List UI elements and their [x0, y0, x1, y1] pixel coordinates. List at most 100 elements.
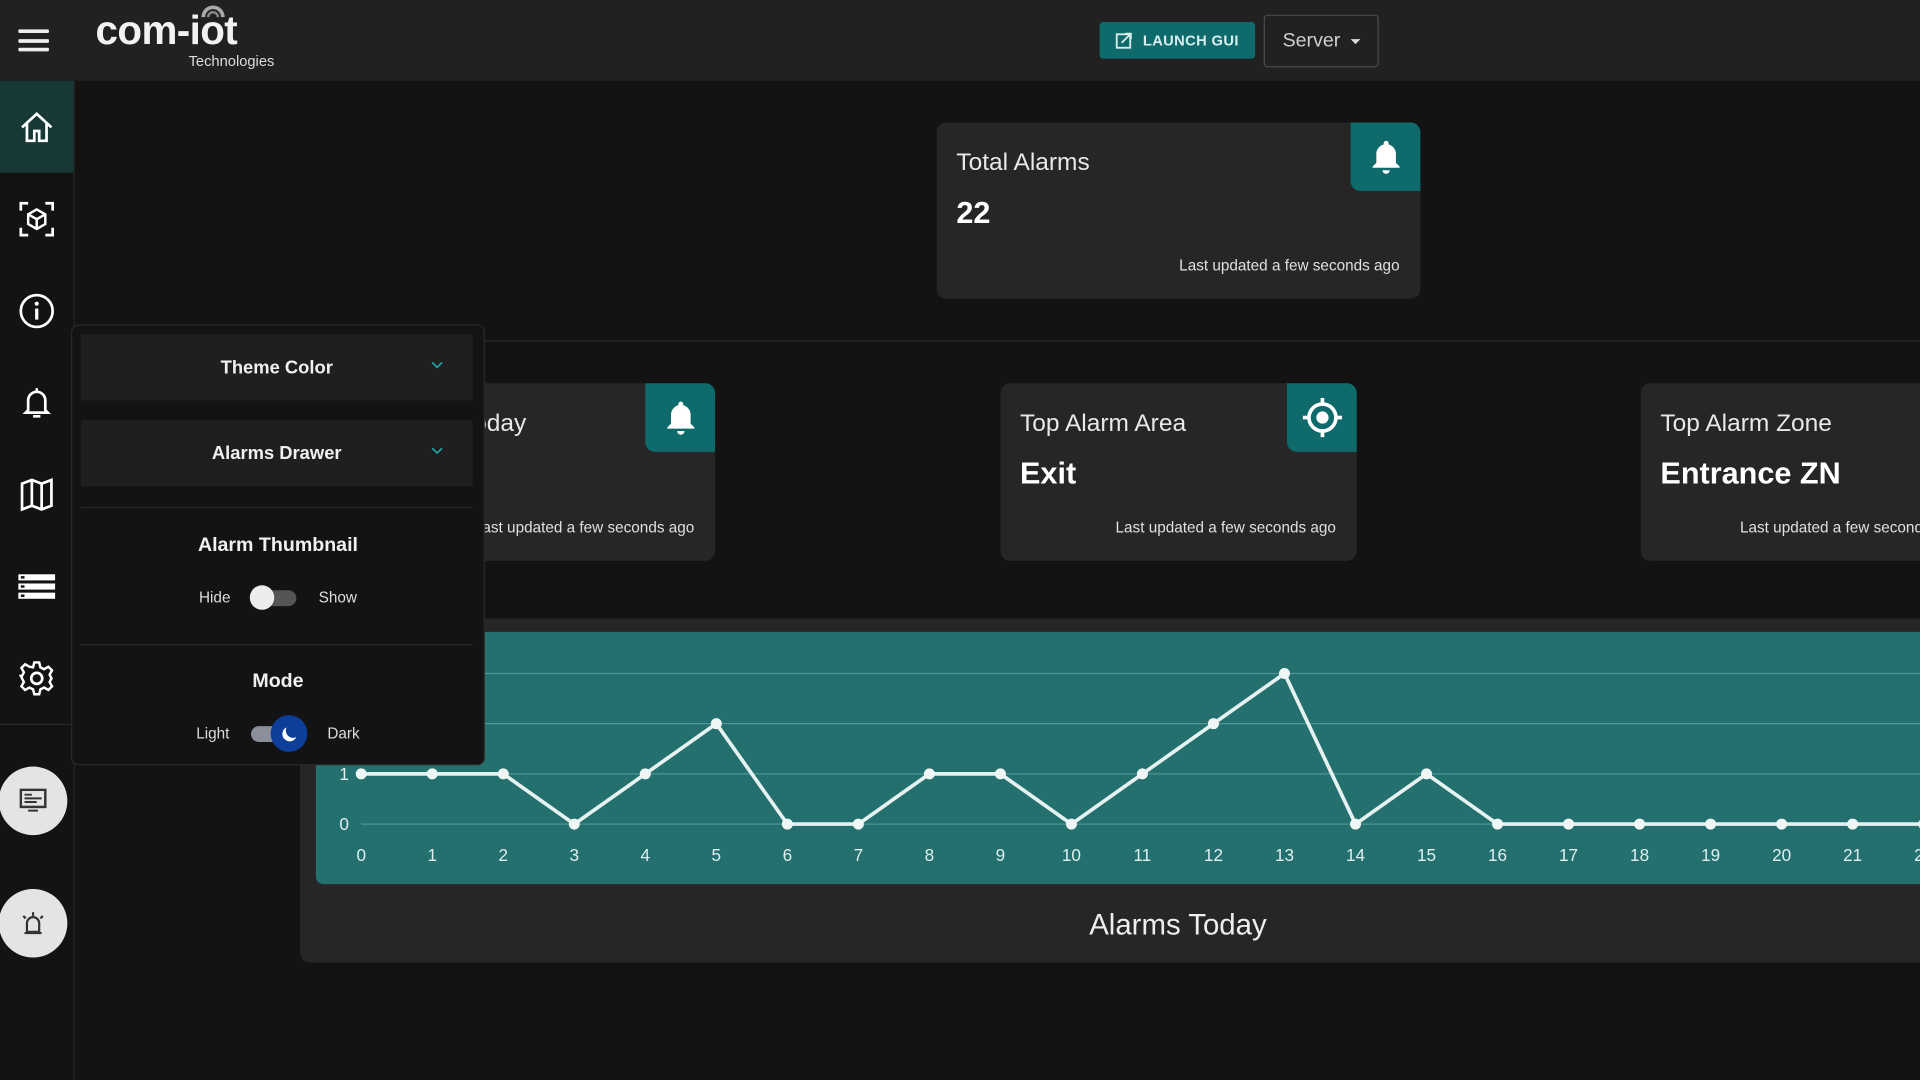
sidebar-item-home[interactable] — [0, 80, 74, 173]
x-tick-label: 10 — [1062, 845, 1081, 865]
monitor-icon — [19, 788, 47, 812]
data-point — [1421, 768, 1433, 780]
x-tick-label: 15 — [1417, 845, 1436, 865]
top-alarm-zone-card: Top Alarm Zone Entrance ZN Last updated … — [1640, 383, 1920, 561]
list-icon — [18, 573, 56, 599]
settings-panel: Theme Color Alarms Drawer Alarm Thumbnai… — [71, 324, 485, 766]
chevron-down-icon — [431, 361, 443, 369]
bell-icon — [666, 401, 694, 435]
data-point — [1847, 818, 1859, 830]
data-point — [639, 768, 651, 780]
launch-gui-button[interactable]: LAUNCH GUI — [1099, 22, 1256, 59]
x-tick-label: 6 — [783, 845, 793, 865]
series-line — [361, 671, 1920, 826]
x-tick-label: 0 — [356, 845, 366, 865]
card-updated: Last updated a few seconds ago — [1115, 519, 1336, 537]
x-tick-label: 18 — [1630, 845, 1649, 865]
alarm-siren-icon — [22, 912, 44, 935]
section-divider — [483, 340, 1920, 342]
theme-color-accordion[interactable]: Theme Color — [80, 334, 473, 401]
launch-gui-label: LAUNCH GUI — [1142, 31, 1239, 49]
server-label: Server — [1282, 30, 1341, 51]
logo-subtext: Technologies — [188, 52, 275, 70]
card-value: Entrance ZN — [1660, 456, 1841, 492]
card-title: Top Alarm Area — [1020, 410, 1187, 438]
card-updated: Last updated a few seconds ago — [473, 519, 695, 537]
sidebar-item-devices[interactable] — [0, 173, 73, 265]
data-point — [1634, 818, 1646, 830]
info-icon — [19, 293, 55, 328]
data-point — [781, 818, 793, 830]
sidebar-divider — [0, 723, 74, 725]
sidebar-item-info[interactable] — [0, 264, 73, 356]
x-tick-label: 12 — [1204, 845, 1223, 865]
x-tick-label: 11 — [1134, 845, 1152, 865]
home-icon — [21, 111, 53, 142]
x-tick-label: 16 — [1488, 845, 1507, 865]
cube-scan-icon — [19, 201, 55, 236]
monitor-button[interactable] — [0, 766, 68, 836]
theme-color-label: Theme Color — [220, 356, 333, 378]
sidebar — [0, 80, 75, 1080]
x-tick-label: 8 — [925, 845, 935, 865]
mode-title: Mode — [252, 671, 304, 692]
data-point — [1350, 818, 1362, 830]
bell-icon — [1372, 140, 1399, 174]
x-tick-label: 20 — [1772, 845, 1791, 865]
data-point — [923, 768, 935, 780]
alarm-thumbnail-title: Alarm Thumbnail — [197, 535, 358, 556]
dark-mode-toggle[interactable] — [249, 715, 308, 752]
card-title: Top Alarm Zone — [1660, 410, 1832, 438]
data-point — [1136, 768, 1148, 780]
data-point — [1563, 818, 1575, 830]
gear-icon — [18, 660, 54, 695]
map-icon — [20, 477, 53, 511]
x-tick-label: 3 — [570, 845, 580, 865]
sidebar-item-map[interactable] — [0, 448, 73, 540]
card-value: 22 — [956, 195, 991, 231]
x-tick-label: 4 — [641, 845, 651, 865]
data-point — [355, 768, 367, 780]
crosshair-icon — [1302, 397, 1342, 438]
chevron-down-icon — [431, 447, 443, 455]
total-alarms-card: Total Alarms 22 Last updated a few secon… — [936, 122, 1421, 299]
top-bar: com-iot Technologies LAUNCH GUI Server — [0, 0, 1920, 81]
external-link-icon — [1116, 32, 1133, 49]
divider — [80, 506, 473, 509]
y-tick-label: 0 — [339, 814, 349, 834]
alarm-thumbnail-toggle[interactable] — [250, 585, 299, 610]
data-point — [994, 768, 1006, 780]
x-tick-label: 1 — [427, 845, 437, 865]
x-tick-label: 19 — [1701, 845, 1720, 865]
divider — [80, 644, 473, 646]
sidebar-item-alarms[interactable] — [0, 356, 73, 448]
data-point — [1207, 718, 1219, 730]
alarms-drawer-accordion[interactable]: Alarms Drawer — [80, 420, 473, 487]
x-tick-label: 2 — [498, 845, 508, 865]
light-label: Light — [196, 724, 230, 743]
data-point — [497, 768, 509, 780]
card-value: Exit — [1020, 456, 1077, 492]
data-point — [1065, 818, 1077, 830]
data-point — [710, 718, 722, 730]
chart-area: 0123012345678910111213141516171819202122 — [315, 631, 1920, 885]
data-point — [426, 768, 438, 780]
x-tick-label: 9 — [996, 845, 1006, 865]
card-updated: Last updated a few seconds ago — [1740, 519, 1920, 537]
x-tick-label: 13 — [1275, 845, 1294, 865]
alarm-siren-button[interactable] — [0, 888, 68, 958]
sidebar-item-settings[interactable] — [0, 632, 73, 724]
alarms-today-chart: 0123012345678910111213141516171819202122 — [339, 664, 1920, 865]
card-title: Total Alarms — [956, 149, 1090, 177]
data-point — [1492, 818, 1504, 830]
x-tick-label: 21 — [1843, 845, 1862, 865]
server-dropdown[interactable]: Server — [1263, 14, 1379, 68]
menu-icon[interactable] — [18, 29, 49, 52]
y-tick-label: 1 — [339, 764, 349, 784]
sidebar-item-list[interactable] — [0, 540, 73, 632]
data-point — [1705, 818, 1717, 830]
card-updated: Last updated a few seconds ago — [1179, 257, 1400, 275]
show-label: Show — [318, 588, 357, 607]
moon-icon — [282, 727, 297, 742]
data-point — [1278, 667, 1291, 679]
